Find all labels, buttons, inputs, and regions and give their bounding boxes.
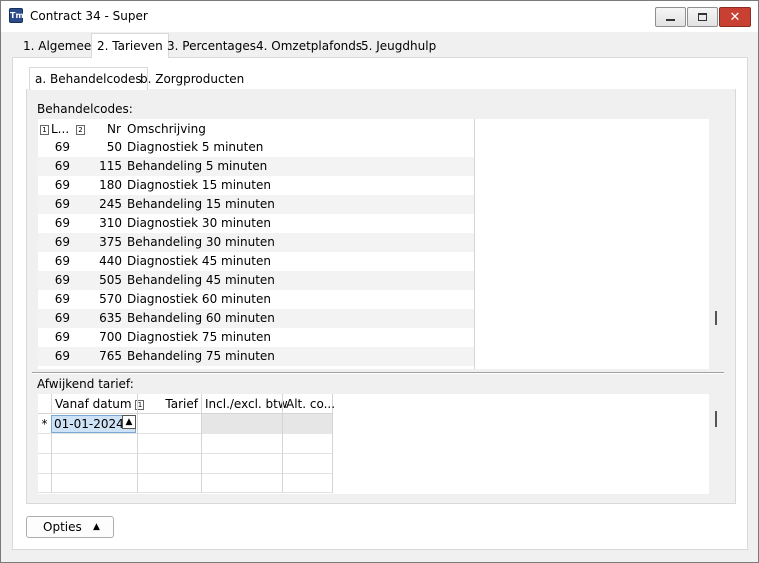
column-header-l[interactable]: 1 L...	[40, 119, 69, 138]
application-window: Tm Contract 34 - Super ✕ 1. Algemeen 2. …	[0, 0, 759, 563]
afwijkend-tarief-grid[interactable]: Vanaf datum 1 Tarief Incl./excl. btw Alt…	[38, 394, 709, 494]
close-icon: ✕	[729, 9, 741, 25]
afwijkend-tarief-label: Afwijkend tarief:	[37, 377, 134, 391]
maximize-button[interactable]	[687, 7, 718, 27]
maximize-icon	[698, 13, 707, 21]
column-header-nr[interactable]: Nr	[107, 119, 121, 138]
table-row	[38, 434, 333, 454]
opties-button[interactable]: Opties ▲	[26, 516, 114, 538]
table-row[interactable]: 69 765 Behandeling 75 minuten	[38, 347, 474, 366]
window-title: Contract 34 - Super	[30, 9, 148, 23]
column-header-omschrijving[interactable]: Omschrijving	[127, 119, 206, 138]
alt-co-cell[interactable]	[282, 414, 333, 434]
table-row[interactable]: 69 115 Behandeling 5 minuten	[38, 157, 474, 176]
table-row[interactable]: 69 440 Diagnostiek 45 minuten	[38, 252, 474, 271]
title-bar[interactable]: Tm Contract 34 - Super ✕	[1, 1, 758, 32]
splitter[interactable]	[32, 372, 724, 374]
table-row[interactable]: 69 570 Diagnostiek 60 minuten	[38, 290, 474, 309]
table-row[interactable]: 69 375 Behandeling 30 minuten	[38, 233, 474, 252]
date-picker-arrow-icon[interactable]: ▲	[122, 415, 136, 429]
table-row[interactable]: 69 245 Behandeling 15 minuten	[38, 195, 474, 214]
table-row[interactable]: 69 310 Diagnostiek 30 minuten	[38, 214, 474, 233]
table-row[interactable]: 69 50 Diagnostiek 5 minuten	[38, 138, 474, 157]
afwijkend-tarief-scrollbar[interactable]	[709, 394, 725, 494]
tarief-cell[interactable]	[137, 414, 201, 434]
column-header-alt-co[interactable]: Alt. co...	[282, 394, 335, 414]
afwijkend-tarief-header: Vanaf datum 1 Tarief Incl./excl. btw Alt…	[38, 394, 335, 414]
column-header-incl-excl-btw[interactable]: Incl./excl. btw	[201, 394, 288, 414]
tab-omzetplafonds[interactable]: 4. Omzetplafonds	[251, 35, 367, 57]
behandelcodes-scrollbar[interactable]	[709, 119, 725, 369]
sort-order-icon: 1	[40, 125, 49, 135]
behandelcodes-grid-empty-area	[474, 119, 709, 369]
chevron-up-icon: ▲	[93, 522, 100, 532]
column-header-tarief[interactable]: Tarief	[137, 394, 201, 414]
behandelcodes-label: Behandelcodes:	[37, 102, 133, 116]
table-row[interactable]: 69 505 Behandeling 45 minuten	[38, 271, 474, 290]
table-row[interactable]: 69 700 Diagnostiek 75 minuten	[38, 328, 474, 347]
incl-excl-btw-cell[interactable]	[201, 414, 282, 434]
column-header-vanaf-datum[interactable]: Vanaf datum 1	[51, 394, 145, 414]
new-row[interactable]: * 01-01-2024 ▲	[38, 414, 333, 434]
tab-tarieven[interactable]: 2. Tarieven	[91, 33, 169, 58]
tab-jeugdhulp[interactable]: 5. Jeugdhulp	[356, 35, 441, 57]
minimize-icon	[666, 18, 675, 21]
afwijkend-tarief-rows: * 01-01-2024 ▲	[38, 414, 333, 493]
tab-zorgproducten[interactable]: b. Zorgproducten	[135, 69, 249, 89]
table-row	[38, 474, 333, 493]
table-row[interactable]: 69 180 Diagnostiek 15 minuten	[38, 176, 474, 195]
opties-label: Opties	[43, 520, 82, 534]
close-button[interactable]: ✕	[719, 7, 751, 27]
tab-behandelcodes[interactable]: a. Behandelcodes	[29, 67, 148, 90]
app-icon: Tm	[9, 8, 24, 23]
minimize-button[interactable]	[655, 7, 686, 27]
new-row-marker: *	[41, 417, 48, 431]
tab-percentages[interactable]: 3. Percentages	[162, 35, 261, 57]
table-row	[38, 454, 333, 474]
table-row[interactable]: 69 635 Behandeling 60 minuten	[38, 309, 474, 328]
behandelcodes-rows: 69 50 Diagnostiek 5 minuten 69 115 Behandeli…	[38, 138, 474, 366]
behandelcodes-header: 1 L... 2 Nr Omschrijving	[38, 119, 474, 138]
scrollbar-thumb[interactable]	[715, 411, 717, 427]
sort-order-icon: 2	[76, 119, 87, 138]
scrollbar-thumb[interactable]	[715, 311, 717, 325]
